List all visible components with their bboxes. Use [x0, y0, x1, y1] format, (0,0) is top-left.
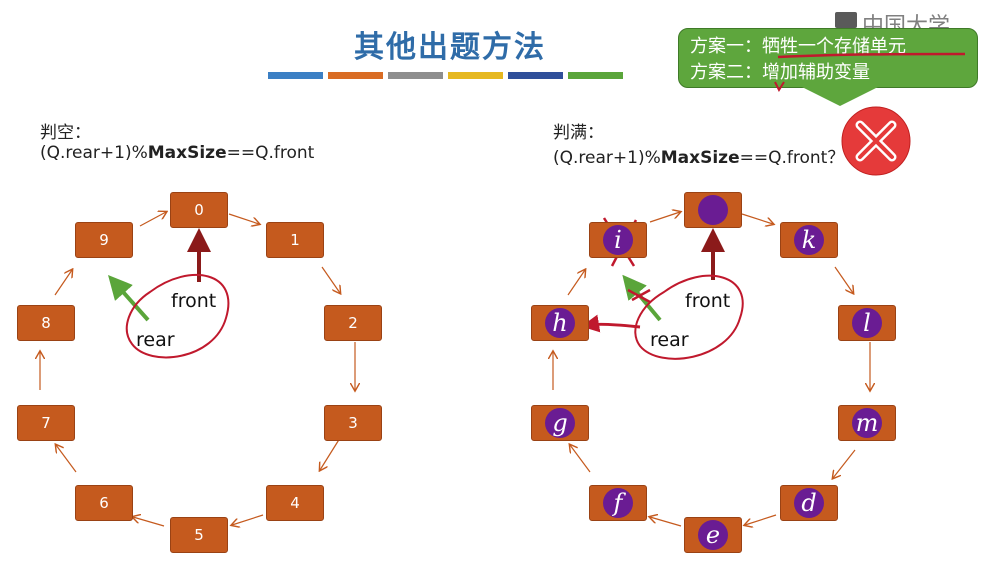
left-queue-slot-8: 8	[17, 305, 75, 341]
left-rear-label: rear	[136, 329, 175, 351]
slot-index: 8	[41, 314, 51, 332]
rear-move-arrow	[581, 314, 641, 333]
right-queue-slot-7: g	[531, 405, 589, 441]
slot-index: 5	[194, 526, 204, 544]
left-queue-slot-6: 6	[75, 485, 133, 521]
right-queue-slot-5: e	[684, 517, 742, 553]
left-queue-slot-0: 0	[170, 192, 228, 228]
right-front-label: front	[685, 290, 731, 312]
left-front-label: front	[171, 290, 217, 312]
element-m: m	[852, 408, 882, 438]
right-queue-slot-1: k	[780, 222, 838, 258]
element-l: l	[852, 308, 882, 338]
right-queue-slot-2: l	[838, 305, 896, 341]
slot-index: 3	[348, 414, 358, 432]
left-queue-slot-7: 7	[17, 405, 75, 441]
left-rear-arrow	[108, 275, 150, 322]
left-queue-slot-1: 1	[266, 222, 324, 258]
left-queue-slot-3: 3	[324, 405, 382, 441]
right-queue-slot-6: f	[589, 485, 647, 521]
element-g: g	[545, 408, 575, 438]
left-queue-slot-4: 4	[266, 485, 324, 521]
right-queue-slot-9: i	[589, 222, 647, 258]
slot-index: 0	[194, 201, 204, 219]
slot-index: 7	[41, 414, 51, 432]
element-i: i	[603, 225, 633, 255]
right-queue-slot-3: m	[838, 405, 896, 441]
right-rear-arrow	[622, 274, 662, 322]
element-e: e	[698, 520, 728, 550]
left-queue-slot-5: 5	[170, 517, 228, 553]
callout-underline	[777, 52, 966, 59]
x-icon	[841, 106, 911, 176]
slot-index: 1	[290, 231, 300, 249]
slot-index: 9	[99, 231, 109, 249]
right-queue-slot-8: h	[531, 305, 589, 341]
element-d: d	[794, 488, 824, 518]
left-queue-slot-9: 9	[75, 222, 133, 258]
right-queue-slot-4: d	[780, 485, 838, 521]
element-f: f	[603, 488, 633, 518]
element-k: k	[794, 225, 824, 255]
slot-index: 4	[290, 494, 300, 512]
slot-index: 6	[99, 494, 109, 512]
check-mark-icon	[774, 81, 785, 93]
slot-index: 2	[348, 314, 358, 332]
right-queue-slot-0	[684, 192, 742, 228]
element-empty	[698, 195, 728, 225]
left-queue-slot-2: 2	[324, 305, 382, 341]
right-rear-label: rear	[650, 329, 689, 351]
element-h: h	[545, 308, 575, 338]
